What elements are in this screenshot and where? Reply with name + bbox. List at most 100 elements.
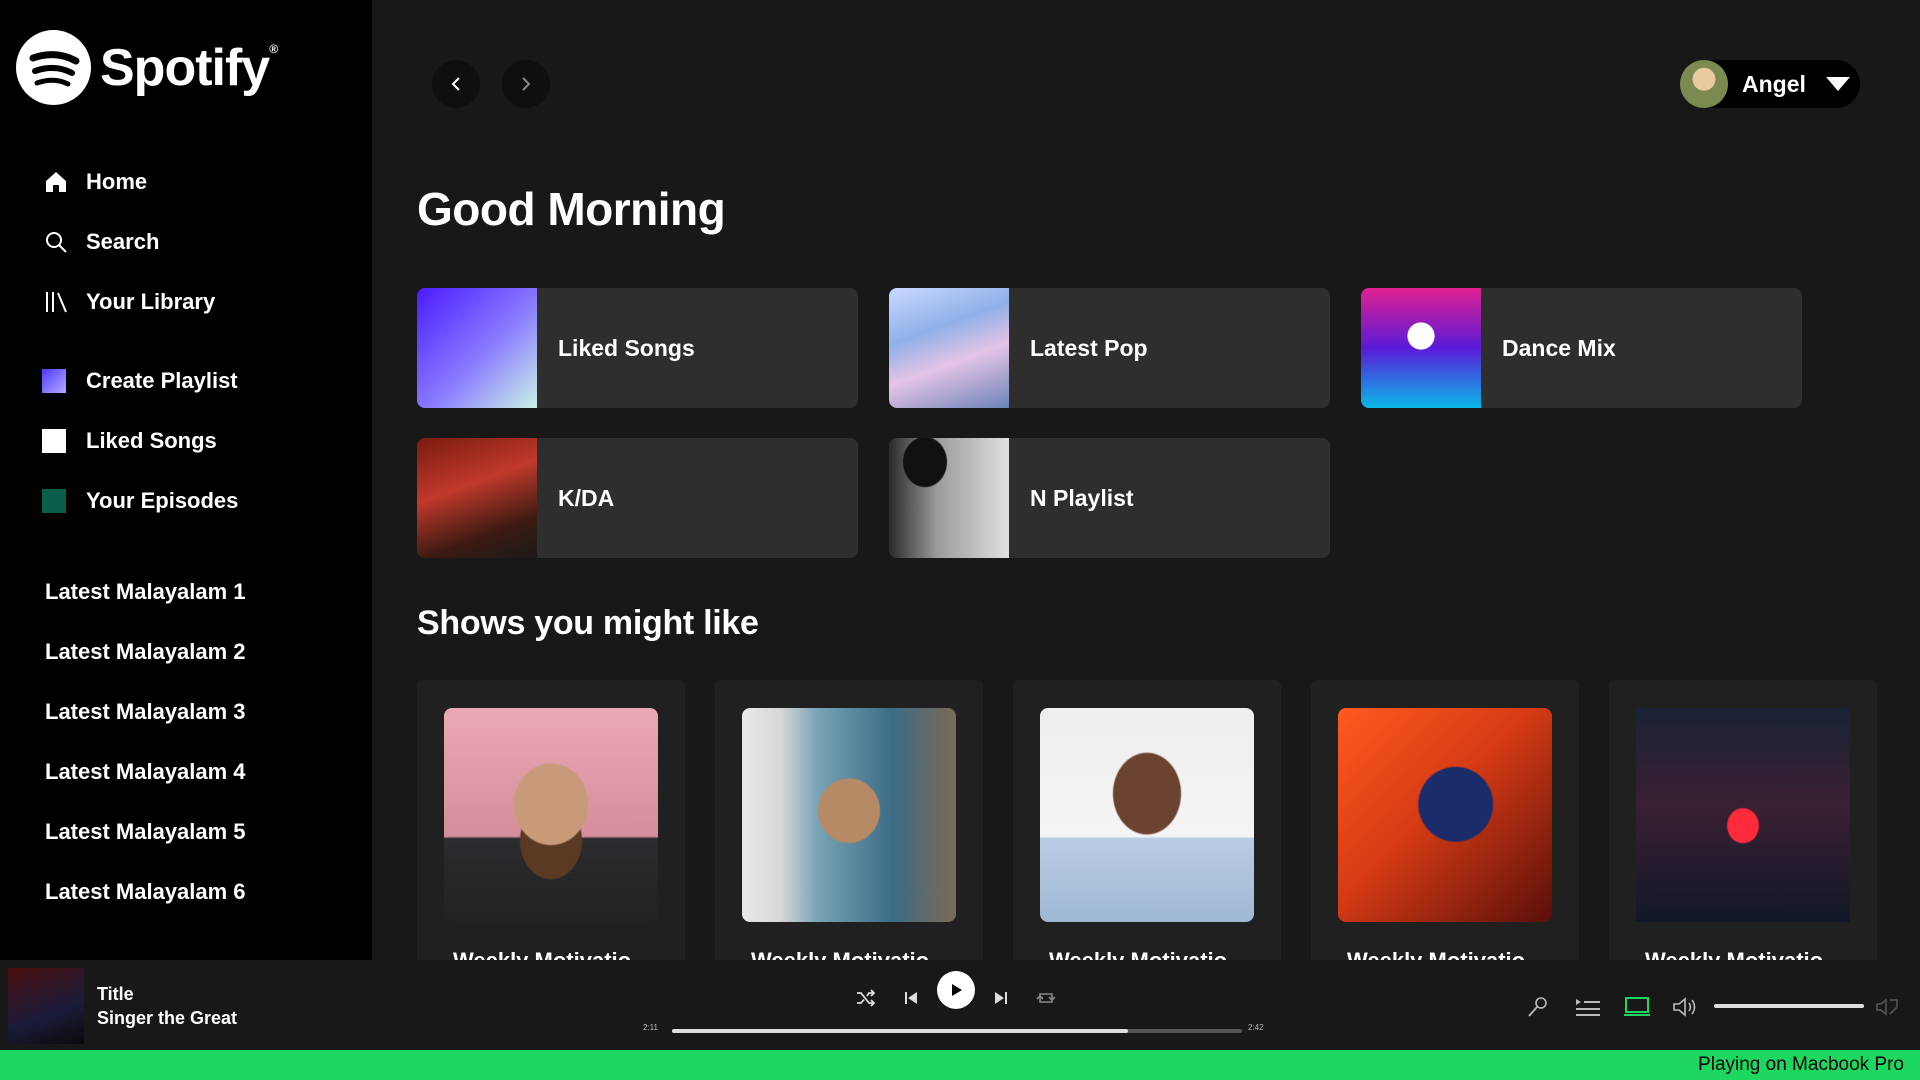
show-card[interactable]: Weekly Motivatio <box>1311 680 1579 960</box>
elapsed-time: 2:11 <box>643 1023 658 1032</box>
show-title: Weekly Motivatio <box>1645 948 1845 960</box>
volume-icon <box>1673 997 1696 1017</box>
repeat-button[interactable] <box>1032 984 1060 1012</box>
connect-device-button[interactable] <box>1622 992 1652 1022</box>
quick-pick-card[interactable]: N Playlist <box>889 438 1330 558</box>
quick-pick-card[interactable]: Dance Mix <box>1361 288 1802 408</box>
show-cover <box>1040 708 1254 922</box>
user-menu[interactable]: Angel <box>1680 60 1860 108</box>
fullscreen-button[interactable] <box>1872 992 1902 1022</box>
quick-pick-cover <box>1361 288 1481 408</box>
show-title: Weekly Motivatio <box>453 948 653 960</box>
show-cover <box>444 708 658 922</box>
show-cover <box>742 708 956 922</box>
skip-back-icon <box>905 992 917 1004</box>
show-title: Weekly Motivatio <box>751 948 951 960</box>
now-playing-cover[interactable] <box>8 968 84 1044</box>
chevron-right-icon <box>522 77 531 91</box>
show-cover <box>1636 708 1850 922</box>
nav-search-label: Search <box>86 229 160 254</box>
queue-button[interactable] <box>1573 992 1603 1022</box>
nav-library[interactable]: Your Library <box>42 272 215 332</box>
quick-pick-label: K/DA <box>558 484 615 511</box>
caret-down-icon <box>1826 77 1850 91</box>
quick-pick-cover <box>417 438 537 558</box>
quick-pick-label: N Playlist <box>1030 484 1134 511</box>
device-status-bar: Playing on Macbook Pro <box>0 1050 1920 1080</box>
page-title: Good Morning <box>417 183 726 235</box>
mute-button[interactable] <box>1671 992 1701 1022</box>
your-episodes-button[interactable]: Your Episodes <box>42 471 238 531</box>
fullscreen-icon <box>1876 998 1898 1016</box>
home-icon <box>42 168 70 196</box>
avatar <box>1680 60 1728 108</box>
progress-fill <box>672 1029 1128 1033</box>
show-title: Weekly Motivatio <box>1049 948 1249 960</box>
show-cover <box>1338 708 1552 922</box>
quick-pick-card[interactable]: Latest Pop <box>889 288 1330 408</box>
logo-wordmark: Spotify® <box>100 38 278 97</box>
sidebar-playlist-item[interactable]: Latest Malayalam 6 <box>45 862 246 922</box>
your-episodes-label: Your Episodes <box>86 488 239 513</box>
device-status-text: Playing on Macbook Pro <box>1698 1054 1904 1075</box>
liked-songs-label: Liked Songs <box>86 428 217 453</box>
sidebar-playlist-item[interactable]: Latest Malayalam 3 <box>45 682 246 742</box>
sidebar: Spotify® Home Search Your Library Create… <box>0 0 372 960</box>
queue-icon <box>1576 999 1600 1016</box>
quick-pick-cover <box>889 438 1009 558</box>
liked-songs-icon <box>42 429 66 453</box>
show-card[interactable]: Weekly Motivatio <box>417 680 685 960</box>
create-playlist-icon <box>42 369 66 393</box>
next-button[interactable] <box>987 984 1015 1012</box>
progress-bar[interactable] <box>672 1029 1242 1033</box>
create-playlist-label: Create Playlist <box>86 368 238 393</box>
main-nav: Home Search Your Library <box>42 152 215 332</box>
quick-pick-card[interactable]: Liked Songs <box>417 288 858 408</box>
your-episodes-icon <box>42 489 66 513</box>
play-icon <box>952 984 962 996</box>
search-icon <box>42 228 70 256</box>
create-playlist-button[interactable]: Create Playlist <box>42 351 238 411</box>
quick-pick-cover <box>889 288 1009 408</box>
shuffle-button[interactable] <box>852 984 880 1012</box>
volume-slider[interactable] <box>1714 1004 1864 1008</box>
nav-home[interactable]: Home <box>42 152 215 212</box>
sidebar-actions: Create Playlist Liked Songs Your Episode… <box>42 351 238 531</box>
play-button[interactable] <box>937 971 975 1009</box>
show-card[interactable]: Weekly Motivatio <box>715 680 983 960</box>
sidebar-playlist-item[interactable]: Latest Malayalam 5 <box>45 802 246 862</box>
quick-pick-label: Dance Mix <box>1502 334 1616 361</box>
sidebar-playlists: Latest Malayalam 1 Latest Malayalam 2 La… <box>45 562 246 922</box>
spotify-logo[interactable]: Spotify® <box>16 30 278 105</box>
nav-search[interactable]: Search <box>42 212 215 272</box>
spotify-logo-icon <box>16 30 91 105</box>
previous-button[interactable] <box>897 984 925 1012</box>
quick-pick-card[interactable]: K/DA <box>417 438 858 558</box>
skip-forward-icon <box>995 992 1007 1004</box>
show-card[interactable]: Weekly Motivatio <box>1013 680 1281 960</box>
forward-button[interactable] <box>502 60 550 108</box>
total-time: 2:42 <box>1248 1023 1264 1032</box>
sidebar-playlist-item[interactable]: Latest Malayalam 4 <box>45 742 246 802</box>
repeat-icon <box>1036 993 1056 1003</box>
device-icon <box>1624 997 1650 1016</box>
show-title: Weekly Motivatio <box>1347 948 1547 960</box>
microphone-icon <box>1528 997 1547 1017</box>
now-playing-artist[interactable]: Singer the Great <box>97 1008 237 1029</box>
nav-library-label: Your Library <box>86 289 216 314</box>
shuffle-icon <box>857 989 876 1007</box>
liked-songs-button[interactable]: Liked Songs <box>42 411 238 471</box>
user-name: Angel <box>1742 70 1806 97</box>
sidebar-playlist-item[interactable]: Latest Malayalam 1 <box>45 562 246 622</box>
back-button[interactable] <box>432 60 480 108</box>
main-content: Angel Good Morning Liked Songs Latest Po… <box>372 0 1920 960</box>
chevron-left-icon <box>451 77 460 91</box>
lyrics-button[interactable] <box>1522 992 1552 1022</box>
sidebar-playlist-item[interactable]: Latest Malayalam 2 <box>45 622 246 682</box>
section-title: Shows you might like <box>417 604 759 642</box>
now-playing-title[interactable]: Title <box>97 984 134 1005</box>
nav-home-label: Home <box>86 169 148 194</box>
library-icon <box>42 288 70 316</box>
show-card[interactable]: Weekly Motivatio <box>1609 680 1877 960</box>
quick-pick-label: Latest Pop <box>1030 334 1148 361</box>
